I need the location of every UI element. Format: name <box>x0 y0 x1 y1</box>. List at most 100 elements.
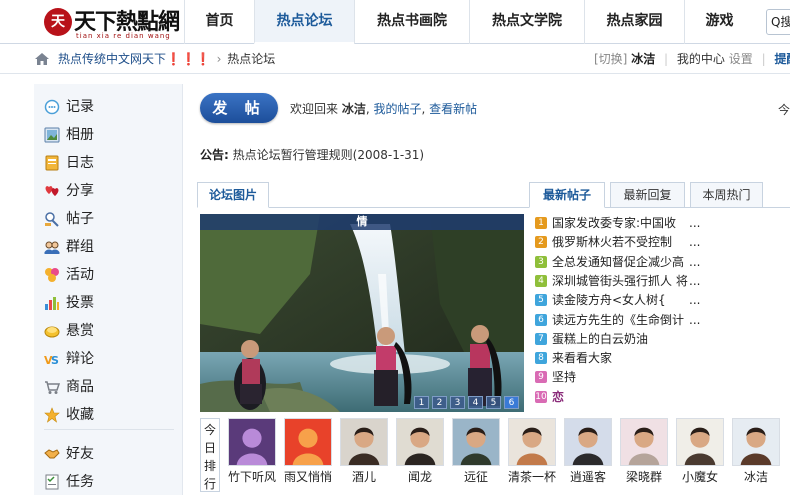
user-avatar[interactable] <box>284 418 332 466</box>
user-avatar[interactable] <box>620 418 668 466</box>
user-avatar[interactable] <box>452 418 500 466</box>
events-icon <box>45 268 59 282</box>
ranking-username[interactable]: 竹下听风 <box>222 468 282 485</box>
tab-weekly-hot[interactable]: 本周热门 <box>690 182 763 208</box>
photo-album-icon <box>44 127 60 143</box>
sidebar-label: 悬赏 <box>66 323 94 339</box>
post-list-item[interactable]: 4 深圳城管街头强行抓人 将... <box>535 272 790 291</box>
post-title-ellipsis: ... <box>689 254 701 269</box>
post-list-item[interactable]: 9 坚持 <box>535 368 790 387</box>
user-avatar[interactable] <box>340 418 388 466</box>
settings-link[interactable]: 设置 <box>729 52 753 66</box>
slide-page-5[interactable]: 5 <box>486 396 501 409</box>
post-list-item[interactable]: 8 来看看大家 <box>535 349 790 368</box>
post-list-item[interactable]: 3 全总发通知督促企减少高... <box>535 253 790 272</box>
ranking-username[interactable]: 小魔女 <box>670 468 730 485</box>
post-title-ellipsis: ... <box>689 293 701 308</box>
sidebar-label: 帖子 <box>66 211 94 227</box>
post-title-link[interactable]: 读金陵方舟<女人树{ <box>552 291 666 310</box>
breadcrumb-site-link[interactable]: 热点传统中文网天下❗❗❗ <box>58 52 211 66</box>
post-title-link[interactable]: 俄罗斯林火若不受控制 <box>552 233 672 252</box>
sidebar-divider <box>44 429 174 430</box>
post-list-item[interactable]: 10 恋 <box>535 388 790 407</box>
sidebar-label: 群组 <box>66 239 94 255</box>
announcement-link[interactable]: 热点论坛暂行管理规则(2008-1-31) <box>233 148 424 162</box>
user-avatar[interactable] <box>564 418 612 466</box>
svg-text:S: S <box>51 354 59 367</box>
user-avatar[interactable] <box>676 418 724 466</box>
post-rank-badge: 9 <box>535 371 547 384</box>
post-title-link[interactable]: 蛋糕上的白云奶油 <box>552 330 648 349</box>
search-box[interactable]: Q搜 <box>766 9 790 35</box>
view-new-posts-link[interactable]: 查看新帖 <box>429 102 477 116</box>
site-logo[interactable]: 天 天下熱點網 tian xia re dian wang <box>40 4 180 40</box>
post-rank-badge: 2 <box>535 236 547 249</box>
nav-games[interactable]: 游戏 <box>684 0 754 44</box>
speech-bubble-icon <box>44 99 60 115</box>
slide-page-4[interactable]: 4 <box>468 396 483 409</box>
bar-chart-icon <box>45 297 59 310</box>
sidebar-label: 投票 <box>66 295 94 311</box>
user-avatar[interactable] <box>508 418 556 466</box>
ranking-username[interactable]: 梁晓群 <box>614 468 674 485</box>
post-rank-badge: 4 <box>535 274 547 287</box>
slide-page-6[interactable]: 6 <box>504 396 519 409</box>
tab-latest-posts[interactable]: 最新帖子 <box>529 182 605 208</box>
ranking-username[interactable]: 闻龙 <box>390 468 450 485</box>
slide-page-3[interactable]: 3 <box>450 396 465 409</box>
sidebar-label: 相册 <box>66 127 94 143</box>
nav-literature[interactable]: 热点文学院 <box>469 0 584 44</box>
posts-icon <box>45 212 59 227</box>
my-posts-link[interactable]: 我的帖子 <box>374 102 422 116</box>
slide-page-1[interactable]: 1 <box>414 396 429 409</box>
ranking-username[interactable]: 酒儿 <box>334 468 394 485</box>
nav-home[interactable]: 首页 <box>184 0 254 44</box>
ranking-username[interactable]: 冰洁 <box>726 468 786 485</box>
breadcrumb-current[interactable]: 热点论坛 <box>227 52 275 66</box>
home-icon[interactable] <box>34 51 50 67</box>
ranking-username[interactable]: 远征 <box>446 468 506 485</box>
post-title-ellipsis: ... <box>689 312 701 327</box>
sidebar-label: 记录 <box>66 99 94 115</box>
logo-seal: 天 <box>44 8 72 36</box>
post-title-link[interactable]: 全总发通知督促企减少高 <box>552 253 684 272</box>
post-list-item[interactable]: 5 读金陵方舟<女人树{... <box>535 291 790 310</box>
post-title-link[interactable]: 来看看大家 <box>552 349 612 368</box>
tab-forum-pictures[interactable]: 论坛图片 <box>197 182 269 208</box>
remind-link[interactable]: 提醒 <box>774 52 790 66</box>
post-list-item[interactable]: 7 蛋糕上的白云奶油 <box>535 330 790 349</box>
post-title-link[interactable]: 恋 <box>552 388 564 407</box>
post-list-item[interactable]: 6 读远方先生的《生命倒计... <box>535 311 790 330</box>
post-title-link[interactable]: 深圳城管街头强行抓人 将 <box>552 272 688 291</box>
my-center-link[interactable]: 我的中心 <box>677 52 725 66</box>
post-list-item[interactable]: 1 国家发改委专家:中国收... <box>535 214 790 233</box>
slide-page-2[interactable]: 2 <box>432 396 447 409</box>
tab-latest-replies[interactable]: 最新回复 <box>610 182 685 208</box>
reward-icon <box>44 326 60 338</box>
new-post-button[interactable]: 发 帖 <box>200 93 278 123</box>
username[interactable]: 冰洁 <box>631 52 655 66</box>
nav-forum[interactable]: 热点论坛 <box>254 0 354 44</box>
post-title-link[interactable]: 读远方先生的《生命倒计 <box>552 311 684 330</box>
user-avatar[interactable] <box>228 418 276 466</box>
sidebar-label: 活动 <box>66 267 94 283</box>
today-label: 今 <box>778 103 790 117</box>
switch-user-link[interactable]: [切换] <box>594 52 627 66</box>
post-rank-badge: 1 <box>535 217 547 229</box>
post-title-link[interactable]: 国家发改委专家:中国收 <box>552 214 676 233</box>
post-list-item[interactable]: 2 俄罗斯林火若不受控制... <box>535 233 790 252</box>
welcome-username: 冰洁 <box>341 102 366 116</box>
post-title-ellipsis: ... <box>689 235 701 250</box>
nav-calligraphy[interactable]: 热点书画院 <box>354 0 469 44</box>
sidebar-label: 分享 <box>66 183 94 199</box>
group-icon <box>44 241 60 254</box>
user-avatar[interactable] <box>732 418 780 466</box>
nav-homeland[interactable]: 热点家园 <box>584 0 684 44</box>
slideshow-image[interactable] <box>200 214 524 412</box>
ranking-username[interactable]: 清茶一杯 <box>502 468 562 485</box>
ranking-username[interactable]: 逍遥客 <box>558 468 618 485</box>
share-hearts-icon <box>45 186 59 196</box>
post-title-link[interactable]: 坚持 <box>552 368 576 387</box>
user-avatar[interactable] <box>396 418 444 466</box>
ranking-username[interactable]: 雨又悄悄 <box>278 468 338 485</box>
